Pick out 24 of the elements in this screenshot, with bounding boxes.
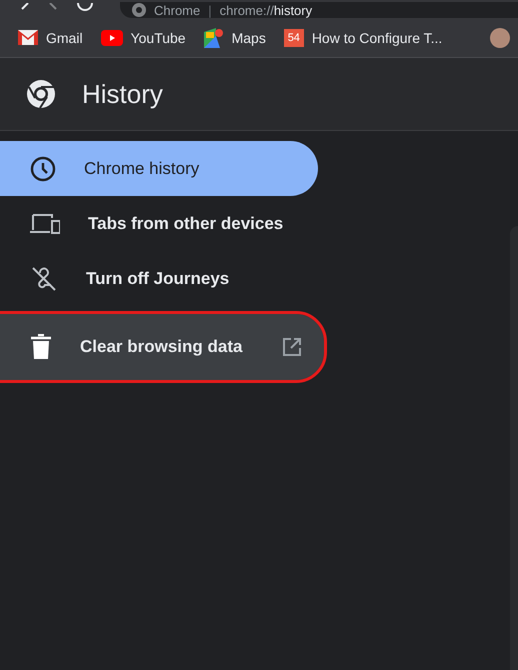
bookmark-link[interactable]: Maps bbox=[232, 30, 266, 46]
trash-icon bbox=[30, 334, 52, 360]
bookmark-link[interactable]: Gmail bbox=[46, 30, 83, 46]
page-title: History bbox=[82, 78, 163, 110]
envelope-icon bbox=[18, 30, 38, 45]
bookmark-link[interactable]: How to Configure T... bbox=[312, 30, 442, 46]
journeys-off-icon bbox=[30, 264, 58, 292]
devices-icon bbox=[30, 212, 60, 234]
separator-text: | bbox=[208, 2, 212, 18]
sidebar-item[interactable]: Chrome history bbox=[0, 141, 318, 196]
play-icon bbox=[100, 30, 123, 46]
clock-icon bbox=[30, 156, 56, 182]
site-badge: 54 bbox=[284, 28, 304, 46]
avatar-icon[interactable] bbox=[490, 28, 510, 48]
sidebar-item[interactable]: Clear browsing data bbox=[0, 314, 324, 380]
url-text: chrome://history bbox=[220, 2, 312, 18]
map-pin-icon bbox=[204, 28, 224, 48]
sidebar-item[interactable]: Turn off Journeys bbox=[0, 251, 318, 306]
chrome-icon bbox=[132, 3, 146, 17]
address-bar[interactable]: Chrome | chrome://history bbox=[120, 2, 518, 18]
sidebar-item[interactable]: Tabs from other devices bbox=[0, 196, 318, 251]
bookmark-link[interactable]: YouTube bbox=[130, 30, 186, 46]
site-name: Chrome bbox=[154, 2, 200, 18]
chrome-logo-icon bbox=[26, 79, 56, 109]
